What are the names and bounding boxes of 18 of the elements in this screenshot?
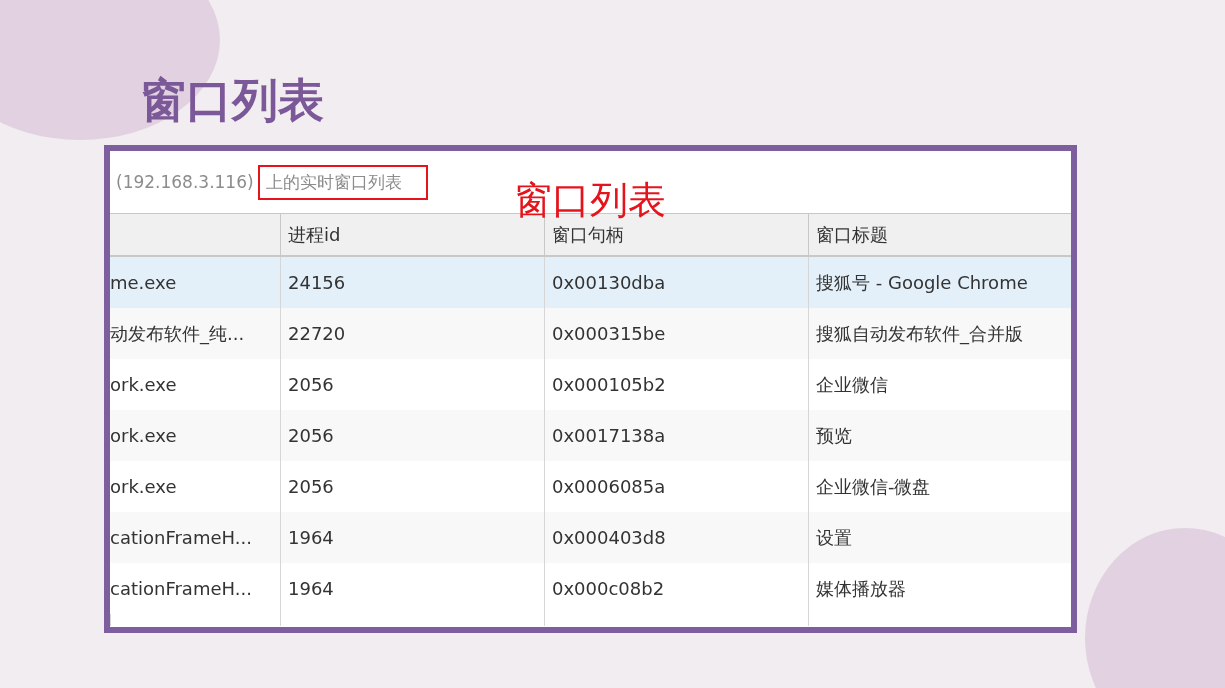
table-cell-text: cationFrameH... [110,577,253,601]
table-cell-text: me.exe [110,271,178,295]
table-cell: 媒体播放器 [808,563,1071,614]
table-cell-text: 动发布软件_纯... [110,321,246,347]
table-cell: 0x000c08b2 [544,563,808,614]
table-cell-text: ork.exe [110,373,178,397]
table-row[interactable]: cationFrameH... 1964 0x000403d8 设置 [110,512,1071,563]
slide-title: 窗口列表 [140,72,324,129]
table-row[interactable]: ork.exe 2056 0x0017138a 预览 [110,410,1071,461]
column-header[interactable]: 窗口标题 [808,214,1071,255]
table-cell: 1964 [280,563,544,614]
caption-text: (192.168.3.116) [116,172,254,192]
table-row[interactable]: me.exe 24156 0x00130dba 搜狐号 - Google Chrome [110,257,1071,308]
highlighted-caption: 上的实时窗口列表 [257,164,428,200]
table-row[interactable]: 动发布软件_纯... 22720 0x000315be 搜狐自动发布软件_合并版 [110,308,1071,359]
table-cell-text: ork.exe [110,424,178,448]
table-cell-text: ork.exe [110,475,178,499]
table-cell-text: cationFrameH... [110,526,253,550]
